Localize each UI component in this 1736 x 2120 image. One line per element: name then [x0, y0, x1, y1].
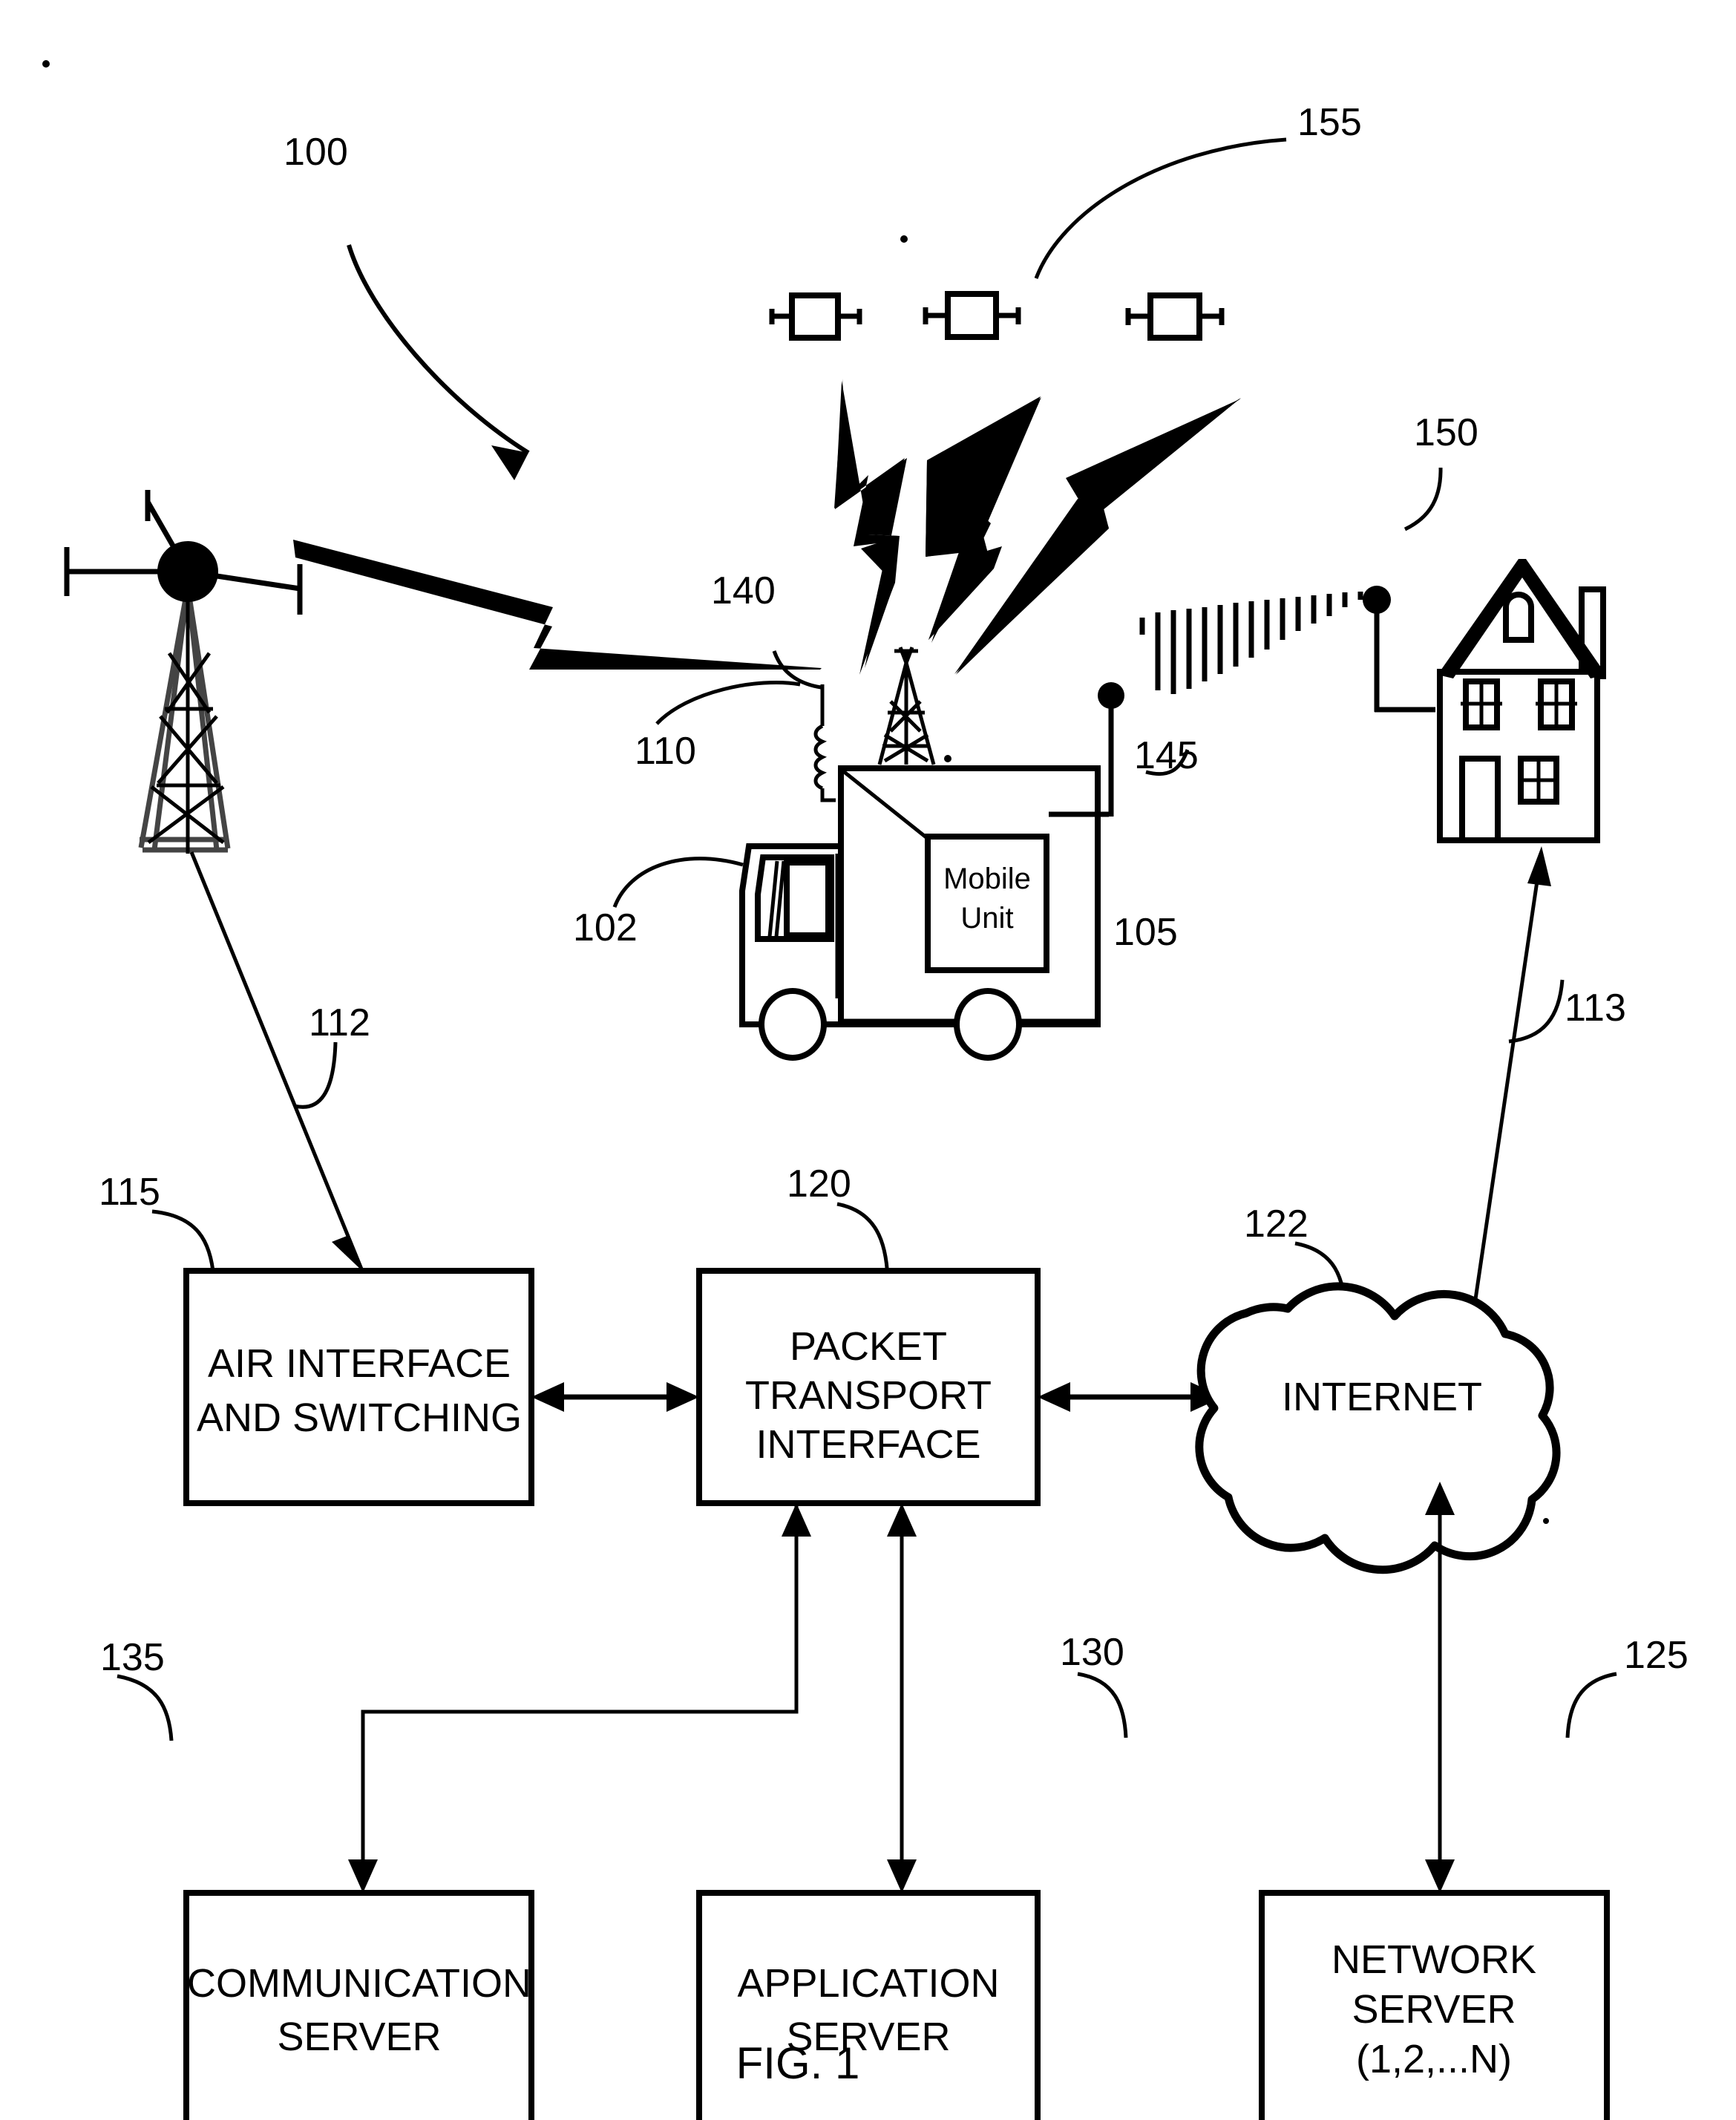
print-speck: [900, 235, 908, 243]
ref-145: 145: [1134, 734, 1199, 777]
cell-tower-icon: [64, 490, 303, 854]
network-server-label-line1: NETWORK: [1332, 1937, 1536, 1982]
ref-120: 120: [787, 1162, 851, 1205]
house-icon: [1437, 559, 1606, 843]
block-network-server[interactable]: NETWORK SERVER (1,2,...N): [1259, 1890, 1610, 2120]
air-interface-label-line2: AND SWITCHING: [197, 1396, 522, 1440]
satellite-icon: [769, 292, 862, 341]
patent-figure-1: Mobile Unit 100 155 150 140 110 145 102 …: [42, 60, 1688, 2120]
ref-155: 155: [1297, 101, 1362, 144]
ref-112: 112: [309, 1001, 370, 1044]
communication-server-label-line2: SERVER: [277, 2015, 441, 2059]
network-server-label-line3: (1,2,...N): [1356, 2037, 1512, 2081]
ref-135: 135: [100, 1636, 165, 1679]
link-packet-to-communication: [348, 1503, 811, 1893]
mobile-unit-label-line1: Mobile: [943, 863, 1031, 895]
block-packet-transport[interactable]: PACKET TRANSPORT INTERFACE: [696, 1268, 1041, 1506]
satellites-callout-155: [1034, 137, 1287, 279]
print-speck: [1543, 1518, 1549, 1524]
ref-110: 110: [635, 730, 696, 773]
ref-102: 102: [573, 906, 638, 949]
house-antenna-icon: [1363, 586, 1435, 713]
ref-122: 122: [1244, 1203, 1308, 1246]
packet-transport-label-line2: TRANSPORT: [745, 1373, 992, 1418]
rf-beam-icon: [1139, 590, 1378, 694]
ref-125: 125: [1624, 1634, 1688, 1677]
air-interface-label-line1: AIR INTERFACE: [208, 1341, 511, 1386]
truck-callout-102: [612, 857, 744, 908]
link-packet-to-application: [887, 1503, 917, 1893]
backhaul-link-112: [189, 851, 364, 1272]
network-server-label-line2: SERVER: [1352, 1987, 1516, 2032]
satellite-icon: [1125, 292, 1225, 341]
figure-page: Mobile Unit 100 155 150 140 110 145 102 …: [0, 0, 1736, 2120]
link-packet-to-internet: [1038, 1382, 1223, 1412]
link-air-to-packet: [531, 1382, 699, 1412]
mast-callout-110: [655, 681, 801, 725]
application-server-label-line1: APPLICATION: [737, 1961, 999, 2006]
truck-icon: Mobile Unit: [739, 765, 1101, 1061]
print-speck: [944, 755, 951, 762]
ref-100: 100: [284, 131, 348, 174]
block-application-server[interactable]: APPLICATION SERVER: [696, 1890, 1041, 2120]
ref-105: 105: [1113, 911, 1178, 954]
ref-140: 140: [711, 569, 776, 612]
block-air-interface[interactable]: AIR INTERFACE AND SWITCHING: [183, 1268, 534, 1506]
communication-server-label-line1: COMMUNICATION: [187, 1961, 531, 2006]
packet-transport-label-line3: INTERFACE: [756, 1422, 980, 1467]
ref-113: 113: [1565, 987, 1626, 1030]
application-server-label-line2: SERVER: [786, 2015, 950, 2059]
print-speck: [42, 60, 50, 68]
satellite-icon: [923, 291, 1021, 340]
lightning-bolt-group: [835, 381, 1241, 674]
mobile-unit-label-line2: Unit: [960, 902, 1013, 935]
internet-cloud-label: INTERNET: [1282, 1375, 1482, 1419]
internet-cloud[interactable]: INTERNET: [1195, 1282, 1561, 1574]
ref-130: 130: [1060, 1631, 1124, 1674]
ref-150: 150: [1414, 411, 1478, 454]
block-communication-server[interactable]: COMMUNICATION SERVER: [183, 1890, 534, 2120]
house-callout-150: [1403, 467, 1443, 531]
packet-transport-label-line1: PACKET: [790, 1324, 947, 1369]
ref-115: 115: [99, 1171, 160, 1214]
system-callout-100: [347, 244, 530, 480]
